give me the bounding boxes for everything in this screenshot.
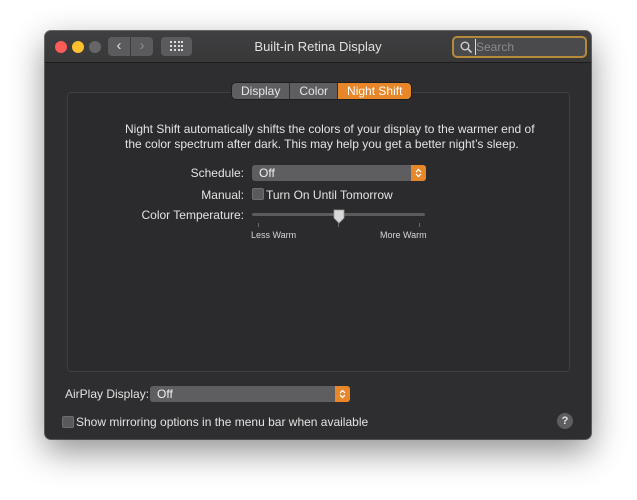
less-warm-label: Less Warm	[251, 230, 297, 240]
tab-display[interactable]: Display	[232, 83, 291, 99]
magnifier-icon	[460, 41, 472, 53]
turn-on-until-tomorrow-checkbox[interactable]	[252, 188, 264, 200]
schedule-popup[interactable]: Off	[252, 165, 426, 181]
help-button[interactable]: ?	[557, 413, 573, 429]
color-temperature-label: Color Temperature:	[141, 208, 245, 222]
show-mirroring-label[interactable]: Show mirroring options in the menu bar w…	[76, 415, 368, 429]
turn-on-until-tomorrow-label[interactable]: Turn On Until Tomorrow	[266, 188, 393, 202]
show-mirroring-checkbox[interactable]	[62, 416, 74, 428]
chevron-updown-icon	[335, 386, 350, 402]
slider-tick	[419, 223, 420, 227]
search-field[interactable]	[452, 36, 587, 58]
airplay-display-label: AirPlay Display:	[65, 387, 150, 401]
tab-night-shift[interactable]: Night Shift	[338, 83, 412, 99]
color-temperature-slider-knob[interactable]	[333, 209, 345, 224]
manual-label: Manual:	[201, 188, 244, 202]
schedule-label: Schedule:	[190, 166, 244, 180]
system-preferences-window: ‹ › Built-in Retina Display Displ	[45, 31, 591, 439]
night-shift-description: Night Shift automatically shifts the col…	[125, 122, 535, 151]
title-bar: ‹ › Built-in Retina Display	[45, 31, 591, 63]
chevron-updown-icon	[411, 165, 426, 181]
airplay-display-value: Off	[157, 387, 173, 401]
airplay-display-popup[interactable]: Off	[150, 386, 350, 402]
more-warm-label: More Warm	[380, 230, 427, 240]
slider-tick	[258, 223, 259, 227]
schedule-value: Off	[259, 166, 275, 180]
tab-bar: Display Color Night Shift	[232, 83, 412, 99]
tab-color[interactable]: Color	[290, 83, 339, 99]
search-input[interactable]	[475, 39, 581, 55]
